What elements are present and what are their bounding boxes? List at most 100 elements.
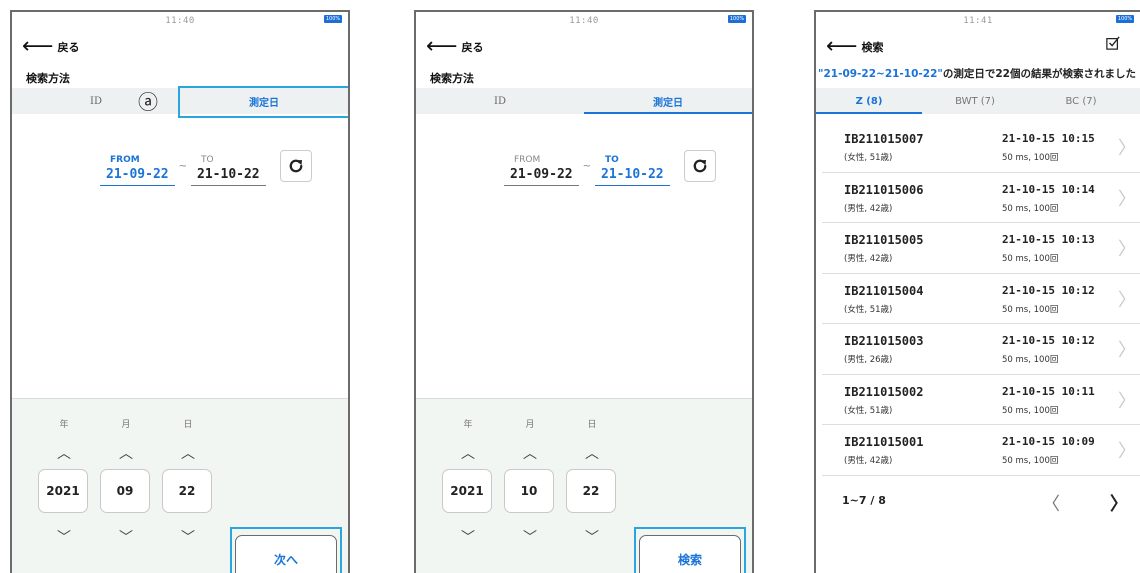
screen-search-results: 11:41 100% ⟵ 検索 "21-09-22~21-10-22"の測定日で… <box>814 10 1140 573</box>
back-label: 戻る <box>461 41 484 54</box>
search-method-tabs: ID 測定日 <box>416 88 752 114</box>
year-value[interactable]: 2021 <box>38 469 88 513</box>
day-unit: 日 <box>587 420 597 430</box>
search-button[interactable]: 検索 <box>639 535 741 573</box>
result-row[interactable]: IB211015006 (男性, 42歳) 21-10-15 10:14 50 … <box>822 173 1140 223</box>
year-down-chevron-icon[interactable]: ﹀ <box>38 527 90 547</box>
status-bar: 11:41 100% <box>816 12 1140 32</box>
tab-bwt[interactable]: BWT (7) <box>922 88 1028 114</box>
result-id: IB211015004 <box>844 283 924 298</box>
result-patient: (女性, 51歳) <box>844 405 893 416</box>
refresh-icon <box>693 159 707 173</box>
result-id: IB211015007 <box>844 132 924 146</box>
result-patient: (男性, 26歳) <box>844 355 893 365</box>
chevron-right-icon: 〉 <box>1118 239 1136 260</box>
status-bar: 11:40 100% <box>12 12 348 32</box>
month-value[interactable]: 09 <box>100 469 150 513</box>
result-datetime: 21-10-15 10:12 <box>1002 283 1095 297</box>
refresh-button[interactable] <box>279 150 312 182</box>
year-unit: 年 <box>463 420 473 430</box>
left-arrow-icon: ⟵ <box>426 34 458 59</box>
chevron-right-icon: 〉 <box>1118 390 1136 412</box>
chevron-right-icon[interactable]: 〉 <box>1110 490 1128 516</box>
result-meta: 50 ms, 100回 <box>1002 203 1059 214</box>
result-id: IB211015001 <box>844 435 924 449</box>
status-clock: 11:40 <box>569 16 599 26</box>
day-value[interactable]: 22 <box>566 469 616 513</box>
month-down-chevron-icon[interactable]: ﹀ <box>504 527 556 547</box>
tab-z[interactable]: Z (8) <box>816 88 922 114</box>
screen-date-search-from: 11:40 100% ⟵ 戻る 検索方法 ID 測定日 ⓐ FROM 21-09… <box>10 10 350 573</box>
day-down-chevron-icon[interactable]: ﹀ <box>162 527 214 547</box>
result-row[interactable]: IB211015005 (男性, 42歳) 21-10-15 10:13 50 … <box>822 223 1140 274</box>
result-id: IB211015006 <box>844 182 924 197</box>
month-down-chevron-icon[interactable]: ﹀ <box>100 527 152 547</box>
result-id: IB211015003 <box>844 334 924 348</box>
back-button[interactable]: ⟵ 戻る <box>22 36 80 58</box>
to-label: TO <box>605 155 619 165</box>
page-indicator: 1~7 / 8 <box>842 494 886 507</box>
result-patient: (女性, 51歳) <box>844 304 893 315</box>
chevron-right-icon: 〉 <box>1118 441 1136 462</box>
chevron-left-icon[interactable]: 〈 <box>1042 490 1060 516</box>
year-value[interactable]: 2021 <box>442 469 492 513</box>
to-date-value: 21-10-22 <box>595 167 670 186</box>
result-row[interactable]: IB211015002 (女性, 51歳) 21-10-15 10:11 50 … <box>822 375 1140 425</box>
day-value[interactable]: 22 <box>162 469 212 513</box>
day-up-chevron-icon[interactable]: ︿ <box>566 443 618 463</box>
back-button[interactable]: ⟵ 検索 <box>826 36 884 58</box>
tab-bc[interactable]: BC (7) <box>1028 88 1134 114</box>
screen-date-search-to: 11:40 100% ⟵ 戻る 検索方法 ID 測定日 FROM 21-09-2… <box>414 10 754 573</box>
to-date-field[interactable]: TO 21-10-22 <box>191 155 266 186</box>
day-up-chevron-icon[interactable]: ︿ <box>162 443 214 463</box>
tab-measure-date[interactable]: 測定日 <box>584 88 752 114</box>
section-title: 検索方法 <box>26 72 70 85</box>
result-patient: (女性, 51歳) <box>844 153 893 163</box>
refresh-button[interactable] <box>683 150 716 182</box>
year-up-chevron-icon[interactable]: ︿ <box>38 443 90 463</box>
left-arrow-icon: ⟵ <box>22 34 54 59</box>
month-up-chevron-icon[interactable]: ︿ <box>100 443 152 463</box>
year-down-chevron-icon[interactable]: ﹀ <box>442 527 494 547</box>
result-meta: 50 ms, 100回 <box>1002 355 1059 365</box>
month-value[interactable]: 10 <box>504 469 554 513</box>
result-meta: 50 ms, 100回 <box>1002 153 1059 163</box>
month-up-chevron-icon[interactable]: ︿ <box>504 443 556 463</box>
result-patient: (男性, 42歳) <box>844 254 893 264</box>
result-row[interactable]: IB211015007 (女性, 51歳) 21-10-15 10:15 50 … <box>822 122 1140 173</box>
status-clock: 11:41 <box>963 16 993 26</box>
date-range: FROM 21-09-22 ~ TO 21-10-22 <box>500 150 716 186</box>
day-down-chevron-icon[interactable]: ﹀ <box>566 527 618 547</box>
year-up-chevron-icon[interactable]: ︿ <box>442 443 494 463</box>
checkbox-icon[interactable] <box>1106 36 1120 50</box>
pagination: 1~7 / 8 〈 〉 <box>816 490 1140 516</box>
result-row[interactable]: IB211015004 (女性, 51歳) 21-10-15 10:12 50 … <box>822 274 1140 324</box>
from-label: FROM <box>110 155 140 165</box>
next-button[interactable]: 次へ <box>235 535 337 573</box>
back-button[interactable]: ⟵ 戻る <box>426 36 484 58</box>
from-date-value: 21-09-22 <box>100 167 175 186</box>
result-list: IB211015007 (女性, 51歳) 21-10-15 10:15 50 … <box>816 122 1140 476</box>
date-range: FROM 21-09-22 ~ TO 21-10-22 <box>96 150 312 186</box>
from-date-value: 21-09-22 <box>504 167 579 186</box>
to-label: TO <box>201 155 214 165</box>
result-type-tabs: Z (8) BWT (7) BC (7) <box>816 88 1140 114</box>
result-id: IB211015002 <box>844 384 924 399</box>
refresh-icon <box>289 159 303 173</box>
year-unit: 年 <box>59 420 69 430</box>
from-label: FROM <box>514 155 541 165</box>
result-row[interactable]: IB211015001 (男性, 42歳) 21-10-15 10:09 50 … <box>822 425 1140 476</box>
from-date-field[interactable]: FROM 21-09-22 <box>100 155 175 186</box>
tab-id[interactable]: ID <box>416 88 584 114</box>
from-date-field[interactable]: FROM 21-09-22 <box>504 155 579 186</box>
section-title: 検索方法 <box>430 72 474 85</box>
result-row[interactable]: IB211015003 (男性, 26歳) 21-10-15 10:12 50 … <box>822 324 1140 375</box>
to-date-field[interactable]: TO 21-10-22 <box>595 155 670 186</box>
result-datetime: 21-10-15 10:12 <box>1002 334 1095 347</box>
battery-icon: 100% <box>728 15 746 23</box>
result-datetime: 21-10-15 10:14 <box>1002 182 1095 196</box>
date-picker: 年 月 日 ︿ ︿ ︿ 2021 09 22 ﹀ ﹀ ﹀ 次へ <box>12 398 348 573</box>
summary-text: の測定日で22個の結果が検索されました <box>942 68 1136 80</box>
date-picker: 年 月 日 ︿ ︿ ︿ 2021 10 22 ﹀ ﹀ ﹀ 検索 <box>416 398 752 573</box>
result-meta: 50 ms, 100回 <box>1002 304 1059 315</box>
